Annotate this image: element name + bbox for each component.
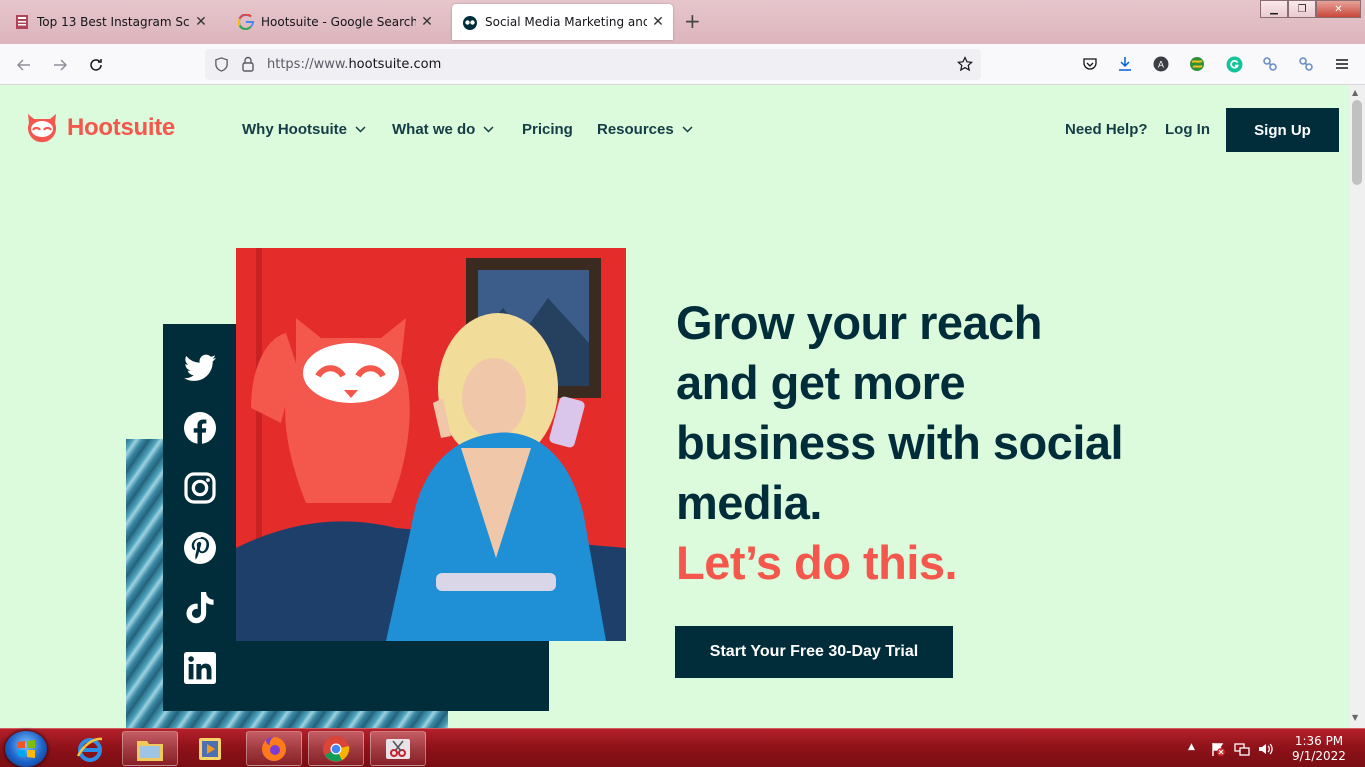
tab-close-icon[interactable]: ✕ [651, 14, 665, 30]
browser-tab-strip: Top 13 Best Instagram Schedule ✕ Hootsui… [0, 0, 1365, 44]
svg-text:A: A [1158, 61, 1165, 71]
nav-label: What we do [392, 121, 476, 138]
account-icon[interactable]: A [1152, 55, 1170, 73]
tab-title: Hootsuite - Google Search [261, 15, 416, 29]
scroll-up-icon[interactable]: ▲ [1352, 88, 1358, 97]
headline-line: media. [676, 476, 822, 529]
nav-what-we-do[interactable]: What we do [392, 121, 494, 138]
page-scrollbar[interactable]: ▲ ▼ [1349, 85, 1365, 728]
tab-title: Social Media Marketing and Ma [485, 15, 647, 29]
facebook-icon[interactable] [182, 410, 218, 446]
nav-label: Pricing [522, 121, 573, 138]
sign-up-button[interactable]: Sign Up [1226, 108, 1339, 152]
web-page: Hootsuite Why Hootsuite What we do Prici… [0, 85, 1349, 728]
logo-wordmark: Hootsuite [67, 114, 175, 141]
internet-explorer-taskbar-icon[interactable] [62, 731, 118, 766]
chevron-down-icon [682, 126, 693, 133]
back-arrow-icon [16, 59, 30, 71]
extension-link-icon[interactable] [1297, 55, 1315, 73]
show-hidden-icons-icon[interactable]: ▲ [1188, 742, 1195, 752]
extension-link-icon[interactable] [1261, 55, 1279, 73]
start-free-trial-button[interactable]: Start Your Free 30-Day Trial [675, 626, 953, 678]
nav-label: Why Hootsuite [242, 121, 347, 138]
scroll-down-icon[interactable]: ▼ [1352, 713, 1358, 722]
address-bar[interactable]: https://www.hootsuite.com [205, 49, 981, 80]
tab-title: Top 13 Best Instagram Schedule [37, 15, 190, 29]
chrome-taskbar-icon[interactable] [308, 731, 364, 766]
volume-icon[interactable] [1257, 741, 1275, 760]
downloads-icon[interactable] [1116, 55, 1134, 73]
chevron-down-icon [355, 126, 366, 133]
instagram-icon[interactable] [182, 470, 218, 506]
scrollbar-thumb[interactable] [1352, 100, 1362, 185]
network-icon[interactable] [1234, 741, 1250, 760]
minimize-button[interactable]: ▁ [1260, 0, 1288, 18]
grammarly-icon[interactable] [1225, 55, 1243, 73]
forward-arrow-icon [54, 59, 68, 71]
login-link[interactable]: Log In [1165, 121, 1210, 138]
clock-date: 9/1/2022 [1292, 749, 1346, 763]
tab-close-icon[interactable]: ✕ [194, 14, 208, 30]
bookmark-star-icon[interactable] [957, 56, 973, 72]
browser-nav-bar: https://www.hootsuite.com A [0, 44, 1365, 85]
snipping-tool-taskbar-icon[interactable] [370, 731, 426, 766]
clock-time: 1:36 PM [1294, 734, 1344, 748]
need-help-link[interactable]: Need Help? [1065, 121, 1148, 138]
hero-headline: Grow your reach and get more business wi… [676, 293, 1236, 533]
google-g-icon [238, 14, 254, 30]
tab-google-search[interactable]: Hootsuite - Google Search ✕ [228, 4, 442, 40]
nav-why-hootsuite[interactable]: Why Hootsuite [242, 121, 366, 138]
pocket-icon[interactable] [1081, 55, 1099, 73]
nav-pricing[interactable]: Pricing [522, 121, 573, 138]
window-close-button[interactable]: ✕ [1316, 0, 1361, 18]
hootsuite-owl-icon [463, 16, 477, 30]
pinterest-icon[interactable] [182, 530, 218, 566]
hootsuite-owl-logo-icon [28, 114, 57, 143]
system-clock[interactable]: 1:36 PM 9/1/2022 [1284, 734, 1354, 764]
action-center-flag-icon[interactable] [1210, 741, 1226, 760]
tab-close-icon[interactable]: ✕ [420, 14, 434, 30]
windows-taskbar: ▲ 1:36 PM 9/1/2022 [0, 728, 1365, 767]
nav-label: Resources [597, 121, 674, 138]
chevron-down-icon [483, 126, 494, 133]
back-button[interactable] [11, 52, 37, 78]
tab-instagram-scheduler[interactable]: Top 13 Best Instagram Schedule ✕ [4, 4, 216, 40]
url-host: hootsuite.com [348, 57, 442, 72]
windows-logo-icon [18, 740, 35, 758]
lock-icon[interactable] [241, 56, 255, 72]
hero-photo [236, 248, 626, 641]
hootsuite-logo[interactable]: Hootsuite [24, 110, 175, 146]
new-tab-button[interactable]: + [684, 10, 701, 32]
headline-line: business with social [676, 416, 1124, 469]
url-scheme: https://www. [267, 57, 349, 72]
page-favicon-icon [16, 15, 28, 29]
tab-hootsuite[interactable]: Social Media Marketing and Ma ✕ [452, 4, 673, 40]
reload-icon [90, 59, 102, 71]
headline-line: Grow your reach [676, 296, 1043, 349]
headline-line: and get more [676, 356, 966, 409]
extension-globe-icon[interactable] [1188, 55, 1206, 73]
hero-tagline: Let’s do this. [676, 536, 958, 589]
hamburger-menu-icon[interactable] [1333, 55, 1351, 73]
shield-icon[interactable] [214, 57, 229, 72]
twitter-icon[interactable] [182, 350, 218, 386]
url-text[interactable]: https://www.hootsuite.com [267, 57, 441, 72]
hero-photo-illustration [236, 248, 626, 641]
firefox-taskbar-icon[interactable] [246, 731, 302, 766]
file-explorer-taskbar-icon[interactable] [122, 731, 178, 766]
media-player-taskbar-icon[interactable] [182, 731, 238, 766]
forward-button[interactable] [47, 52, 73, 78]
nav-resources[interactable]: Resources [597, 121, 693, 138]
reload-button[interactable] [83, 52, 109, 78]
linkedin-icon[interactable] [182, 650, 218, 686]
restore-button[interactable]: ❐ [1288, 0, 1316, 18]
tiktok-icon[interactable] [182, 590, 218, 626]
start-button[interactable] [5, 731, 47, 767]
